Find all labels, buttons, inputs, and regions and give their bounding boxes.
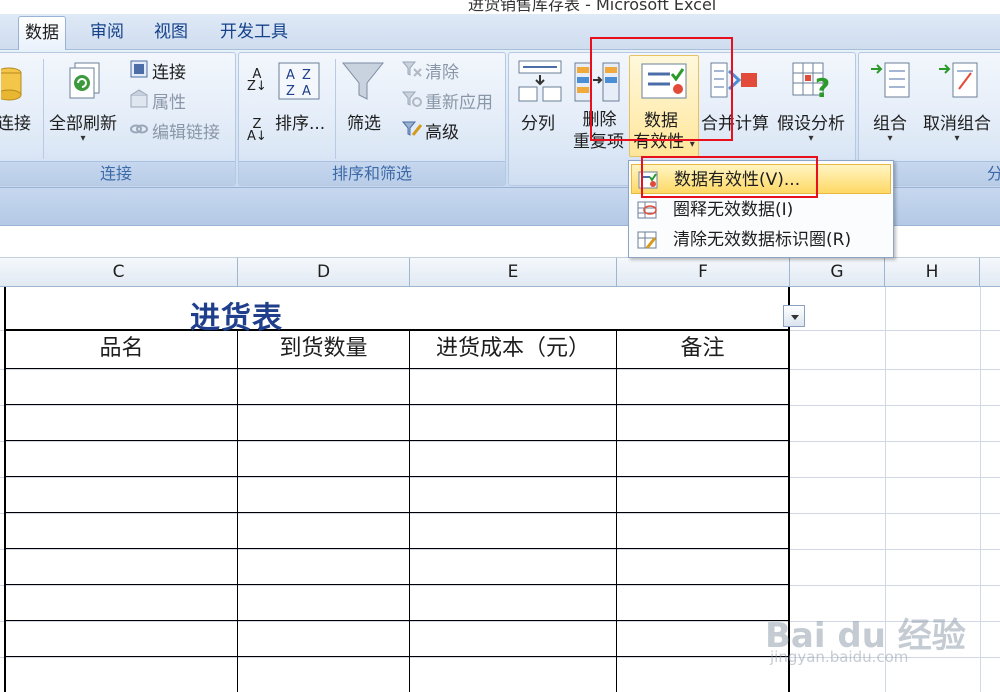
advanced-button[interactable]: 高级 (425, 118, 459, 143)
sort-descending-icon[interactable]: Z A↓ (247, 118, 267, 143)
header-cell-product-name[interactable]: 品名 (6, 331, 237, 367)
sort-ascending-icon[interactable]: A Z↓ (247, 68, 267, 93)
menu-item-clear-validation-circles[interactable]: 清除无效数据标识圈(R) (631, 225, 891, 255)
column-header-c[interactable]: C (0, 258, 238, 287)
sort-icon: A Z Z A (278, 62, 320, 100)
circle-invalid-data-icon (637, 201, 657, 219)
connect-button[interactable]: 连接 (0, 109, 31, 134)
chevron-down-icon: ▾ (80, 133, 86, 144)
group-label-connections: 连接 (0, 161, 235, 185)
chevron-down-icon: ▾ (808, 133, 814, 144)
column-header-f[interactable]: F (617, 258, 790, 287)
what-if-label: 假设分析 (777, 114, 845, 134)
chevron-down-icon: ▾ (954, 133, 960, 144)
svg-text:Z: Z (286, 84, 295, 99)
connections-icon (130, 60, 148, 78)
svg-text:A: A (302, 84, 311, 99)
ribbon-tab-strip: 数据 审阅 视图 开发工具 (0, 14, 1000, 50)
column-header-g[interactable]: G (790, 258, 885, 287)
tab-view[interactable]: 视图 (148, 16, 194, 50)
clear-filter-icon (401, 61, 422, 77)
group-button[interactable]: 组合 ▾ (873, 109, 907, 144)
svg-text:A: A (286, 68, 295, 83)
filter-button[interactable]: 筛选 (347, 109, 381, 134)
highlight-box-validation-button (590, 37, 733, 141)
chevron-down-icon: ▾ (887, 133, 893, 144)
window-titlebar: 进货销售库存表 - Microsoft Excel (0, 0, 1000, 14)
text-to-columns-button[interactable]: 分列 (521, 109, 555, 134)
what-if-analysis-button[interactable]: 假设分析 ▾ (777, 109, 845, 144)
clear-button[interactable]: 清除 (425, 58, 459, 83)
refresh-all-button[interactable]: 全部刷新 ▾ (49, 109, 117, 144)
properties-icon (130, 89, 148, 108)
what-if-analysis-icon: ? (792, 62, 830, 103)
svg-text:Z: Z (302, 68, 311, 83)
edit-links-button[interactable]: 编辑链接 (152, 118, 220, 143)
column-headers: C D E F G H (0, 258, 1000, 287)
clear-validation-circles-icon (637, 231, 657, 249)
tab-review[interactable]: 审阅 (84, 16, 130, 50)
group-label: 组合 (873, 114, 907, 134)
column-header-d[interactable]: D (238, 258, 410, 287)
menu-item-label: 圈释无效数据(I) (673, 200, 794, 220)
header-cell-arrival-qty[interactable]: 到货数量 (238, 331, 409, 367)
properties-button[interactable]: 属性 (152, 88, 186, 113)
cell-dropdown-button[interactable] (783, 305, 805, 327)
filter-funnel-icon (341, 62, 385, 100)
svg-text:?: ? (815, 74, 830, 103)
refresh-all-label: 全部刷新 (49, 114, 117, 134)
tab-developer[interactable]: 开发工具 (214, 16, 294, 50)
group-rows-icon (871, 62, 910, 98)
edit-links-icon (130, 124, 148, 134)
reapply-icon (401, 91, 422, 107)
column-header-h[interactable]: H (885, 258, 980, 287)
header-cell-purchase-cost[interactable]: 进货成本（元） (410, 331, 616, 367)
connections-button[interactable]: 连接 (152, 58, 186, 83)
database-icon (1, 67, 22, 101)
group-connections: 连接 全部刷新 ▾ 连接 属性 编辑链接 连接 (0, 52, 236, 186)
text-to-columns-icon (518, 60, 562, 102)
tab-data[interactable]: 数据 (18, 16, 66, 50)
window-title: 进货销售库存表 - Microsoft Excel (468, 0, 717, 14)
highlight-box-validation-menu-item (641, 156, 818, 198)
group-sort-filter: A Z↓ Z A↓ A Z Z A 排序... 筛选 清除 重新应用 高级 排序… (238, 52, 506, 186)
ungroup-button[interactable]: 取消组合 ▾ (923, 109, 991, 144)
column-header-e[interactable]: E (410, 258, 617, 287)
advanced-filter-icon (401, 121, 423, 136)
watermark-url: jingyan.baidu.com (770, 648, 909, 666)
ungroup-rows-icon (939, 62, 978, 98)
group-label-sort-filter: 排序和筛选 (239, 161, 505, 185)
menu-item-circle-invalid[interactable]: 圈释无效数据(I) (631, 195, 891, 225)
header-cell-notes[interactable]: 备注 (617, 331, 788, 367)
sort-button[interactable]: 排序... (275, 109, 325, 134)
ungroup-label: 取消组合 (923, 114, 991, 134)
refresh-all-icon (69, 62, 100, 99)
menu-item-label: 清除无效数据标识圈(R) (673, 230, 852, 250)
reapply-button[interactable]: 重新应用 (425, 88, 493, 113)
